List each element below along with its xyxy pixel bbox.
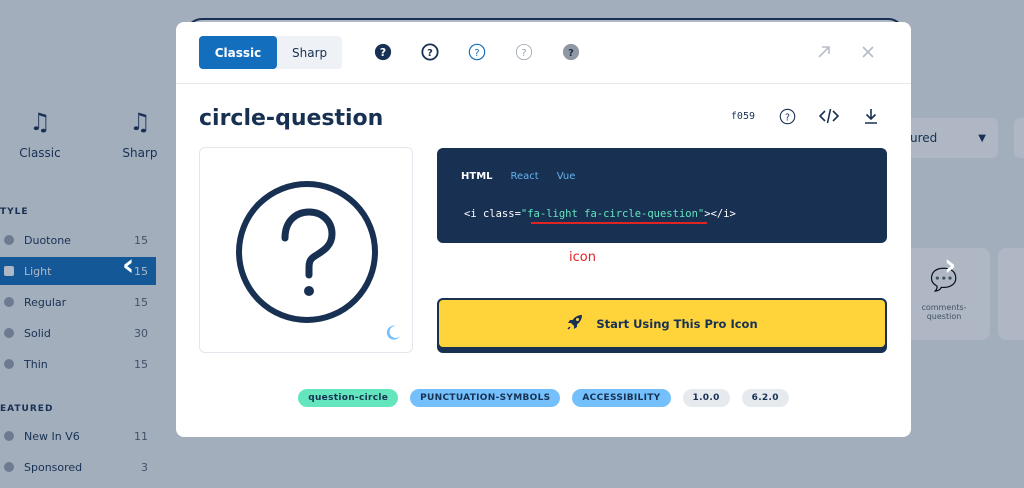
code-tabs: HTML React Vue — [461, 171, 575, 182]
download-icon[interactable] — [861, 106, 881, 126]
circle-question-icon — [233, 178, 381, 330]
family-toggle: Classic Sharp — [199, 36, 343, 69]
close-icon[interactable] — [859, 43, 877, 61]
tag-alias[interactable]: question-circle — [298, 389, 399, 407]
pro-button-label: Start Using This Pro Icon — [596, 316, 758, 331]
modal-actions — [815, 43, 877, 61]
family-classic-button[interactable]: Classic — [199, 36, 277, 69]
previous-icon-arrow[interactable]: ‹ — [122, 248, 134, 283]
tab-html[interactable]: HTML — [461, 171, 493, 182]
circle-question-solid-icon[interactable]: ? — [373, 42, 393, 62]
circle-question-thin-icon[interactable]: ? — [514, 42, 534, 62]
tag-version: 1.0.0 — [682, 389, 730, 407]
moon-icon[interactable] — [384, 324, 402, 342]
svg-text:?: ? — [474, 48, 479, 59]
circle-question-icon[interactable]: ? — [777, 106, 797, 126]
annotation-underline — [531, 222, 707, 224]
svg-text:?: ? — [521, 48, 526, 59]
tag-category[interactable]: ACCESSIBILITY — [572, 389, 671, 407]
modal-header: Classic Sharp ? ? ? ? ? — [176, 22, 911, 84]
circle-question-regular-icon[interactable]: ? — [420, 42, 440, 62]
icon-detail-modal: Classic Sharp ? ? ? ? ? circle-question … — [176, 22, 911, 437]
code-class-value: fa-light fa-circle-question — [527, 208, 698, 220]
svg-text:?: ? — [568, 48, 574, 59]
family-sharp-button[interactable]: Sharp — [277, 36, 342, 69]
code-snippet[interactable]: <i class="fa-light fa-circle-question"><… — [464, 208, 736, 220]
tag-list: question-circle PUNCTUATION-SYMBOLS ACCE… — [176, 389, 911, 407]
start-pro-icon-button[interactable]: Start Using This Pro Icon — [437, 298, 887, 349]
tag-category[interactable]: PUNCTUATION-SYMBOLS — [410, 389, 561, 407]
circle-question-light-icon[interactable]: ? — [467, 42, 487, 62]
code-close-tag: ></i> — [704, 208, 736, 220]
circle-question-duotone-icon[interactable]: ? — [561, 42, 581, 62]
svg-text:?: ? — [785, 112, 790, 123]
expand-icon[interactable] — [815, 43, 833, 61]
rocket-icon — [566, 313, 584, 334]
tab-react[interactable]: React — [511, 171, 539, 182]
annotation-label: icon — [569, 250, 596, 265]
next-icon-arrow[interactable]: › — [944, 248, 956, 283]
code-icon[interactable] — [819, 106, 839, 126]
style-switcher: ? ? ? ? ? — [373, 42, 581, 62]
unicode-value[interactable]: f059 — [731, 111, 755, 122]
svg-text:?: ? — [380, 46, 386, 59]
svg-text:?: ? — [427, 48, 433, 59]
icon-actions: f059 ? — [731, 106, 881, 126]
tab-vue[interactable]: Vue — [557, 171, 576, 182]
icon-title: circle-question — [199, 106, 384, 131]
icon-preview — [199, 147, 413, 353]
code-snippet-panel: HTML React Vue <i class="fa-light fa-cir… — [437, 148, 887, 243]
tag-version: 6.2.0 — [741, 389, 789, 407]
code-open-tag: <i class= — [464, 208, 521, 220]
